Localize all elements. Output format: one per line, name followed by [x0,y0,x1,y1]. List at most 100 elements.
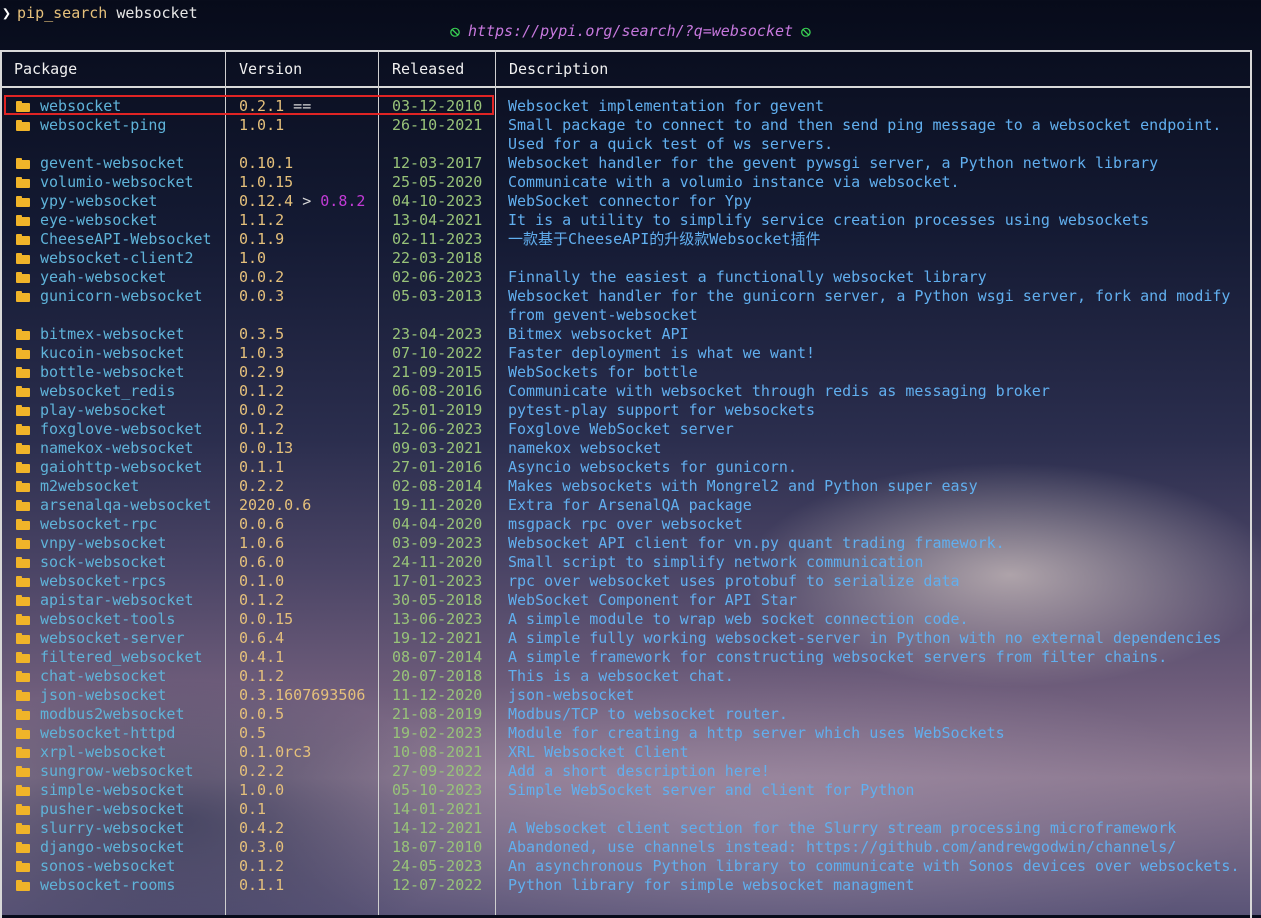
version-cell: 0.1.2 [239,591,284,610]
release-date: 19-12-2021 [392,629,483,647]
package-name-link[interactable]: pusher-websocket [40,800,185,819]
package-description: msgpack rpc over websocket [508,515,743,533]
package-name-link[interactable]: xrpl-websocket [40,743,166,762]
folder-icon [16,215,30,226]
package-name-link[interactable]: django-websocket [40,838,185,857]
version-cell: 0.0.13 [239,439,293,458]
package-name-link[interactable]: m2websocket [40,477,139,496]
release-date: 21-08-2019 [392,705,483,723]
package-description: A simple module to wrap web socket conne… [508,610,969,628]
package-name-link[interactable]: chat-websocket [40,667,166,686]
package-name-link[interactable]: sonos-websocket [40,857,175,876]
package-name-link[interactable]: websocket-rpcs [40,572,166,591]
version-value: 0.1.2 [239,420,285,438]
release-date: 25-05-2020 [392,173,483,191]
package-name-link[interactable]: vnpy-websocket [40,534,166,553]
package-name-link[interactable]: websocket-server [40,629,185,648]
table-row: bitmex-websocket 0.3.5 23-04-2023 Bitmex we… [0,325,1252,344]
folder-icon [16,386,30,397]
version-value: 0.5 [239,724,267,742]
package-name-link[interactable]: namekox-websocket [40,439,194,458]
package-name-link[interactable]: kucoin-websocket [40,344,185,363]
package-name-link[interactable]: bitmex-websocket [40,325,185,344]
package-name-link[interactable]: json-websocket [40,686,166,705]
package-name-link[interactable]: gaiohttp-websocket [40,458,203,477]
package-description: A Websocket client section for the Slurr… [508,819,1177,837]
package-name-link[interactable]: eye-websocket [40,211,157,230]
folder-icon [16,329,30,340]
package-description: This is a websocket chat. [508,667,734,685]
release-date: 19-11-2020 [392,496,483,514]
package-name-link[interactable]: websocket-ping [40,116,166,135]
version-cell: 1.0.3 [239,344,284,363]
table-row: bottle-websocket 0.2.9 21-09-2015 WebSocket… [0,363,1252,382]
table-row: vnpy-websocket 1.0.6 03-09-2023 Websocket A… [0,534,1252,553]
version-cell: 0.5 [239,724,266,743]
package-name-link[interactable]: gunicorn-websocket [40,287,203,306]
package-name-link[interactable]: modbus2websocket [40,705,185,724]
package-name-link[interactable]: sock-websocket [40,553,166,572]
version-value: 0.1.9 [239,230,285,248]
version-value: 0.12.4 [239,192,294,210]
release-date: 22-03-2018 [392,249,483,267]
package-name-link[interactable]: filtered_websocket [40,648,203,667]
search-url-link[interactable]: https://pypi.org/search/?q=websocket [468,22,793,40]
version-value: 0.0.3 [239,287,285,305]
package-name-link[interactable]: websocket-tools [40,610,175,629]
table-row: websocket-rpcs 0.1.0 17-01-2023 rpc over we… [0,572,1252,591]
package-description: rpc over websocket uses protobuf to seri… [508,572,960,590]
folder-icon [16,576,30,587]
package-name-link[interactable]: yeah-websocket [40,268,166,287]
version-cell: 0.1.1 [239,876,284,895]
package-name-link[interactable]: websocket-rpc [40,515,157,534]
version-value: 0.10.1 [239,154,294,172]
package-name-link[interactable]: foxglove-websocket [40,420,203,439]
package-name-link[interactable]: apistar-websocket [40,591,194,610]
release-date: 24-05-2023 [392,857,483,875]
release-date: 06-08-2016 [392,382,483,400]
package-name-link[interactable]: volumio-websocket [40,173,194,192]
version-value: 0.1.0 [239,572,285,590]
release-date: 11-12-2020 [392,686,483,704]
package-name-link[interactable]: websocket_redis [40,382,175,401]
package-description: Websocket API client for vn.py quant tra… [508,534,1005,552]
package-name-link[interactable]: CheeseAPI-Websocket [40,230,212,249]
folder-icon [16,443,30,454]
version-cell: 0.1.2 [239,420,284,439]
version-value: 0.0.2 [239,268,285,286]
release-date: 14-12-2021 [392,819,483,837]
version-value: 1.0.1 [239,116,285,134]
package-description: Simple WebSocket server and client for P… [508,781,915,799]
release-date: 07-10-2022 [392,344,483,362]
package-name-link[interactable]: play-websocket [40,401,166,420]
package-name-link[interactable]: arsenalqa-websocket [40,496,212,515]
package-name-link[interactable]: sungrow-websocket [40,762,194,781]
release-date: 12-06-2023 [392,420,483,438]
package-name-link[interactable]: websocket-httpd [40,724,175,743]
table-row: sock-websocket 0.6.0 24-11-2020 Small scrip… [0,553,1252,572]
table-row: websocket-httpd 0.5 19-02-2023 Module for c… [0,724,1252,743]
package-name-link[interactable]: bottle-websocket [40,363,185,382]
column-header-description: Description [509,60,609,78]
table-row: sungrow-websocket 0.2.2 27-09-2022 Add a sh… [0,762,1252,781]
package-name-link[interactable]: ypy-websocket [40,192,157,211]
package-name-link[interactable]: simple-websocket [40,781,185,800]
package-description: Small package to connect to and then sen… [508,116,1222,134]
table-row: pusher-websocket 0.1 14-01-2021 [0,800,1252,819]
package-name-link[interactable]: slurry-websocket [40,819,185,838]
table-row: websocket_redis 0.1.2 06-08-2016 Communicat… [0,382,1252,401]
package-name-link[interactable]: gevent-websocket [40,154,185,173]
release-date: 05-03-2013 [392,287,483,305]
table-row: websocket-client2 1.0 22-03-2018 [0,249,1252,268]
folder-icon [16,595,30,606]
release-date: 30-05-2018 [392,591,483,609]
version-cell: 0.3.5 [239,325,284,344]
version-cell: 0.0.2 [239,401,284,420]
package-name-link[interactable]: websocket-rooms [40,876,175,895]
version-value: 0.2.2 [239,762,285,780]
package-description: Bitmex websocket API [508,325,689,343]
package-name-link[interactable]: websocket-client2 [40,249,194,268]
folder-icon [16,462,30,473]
version-cell: 0.0.15 [239,610,293,629]
release-date: 12-03-2017 [392,154,483,172]
